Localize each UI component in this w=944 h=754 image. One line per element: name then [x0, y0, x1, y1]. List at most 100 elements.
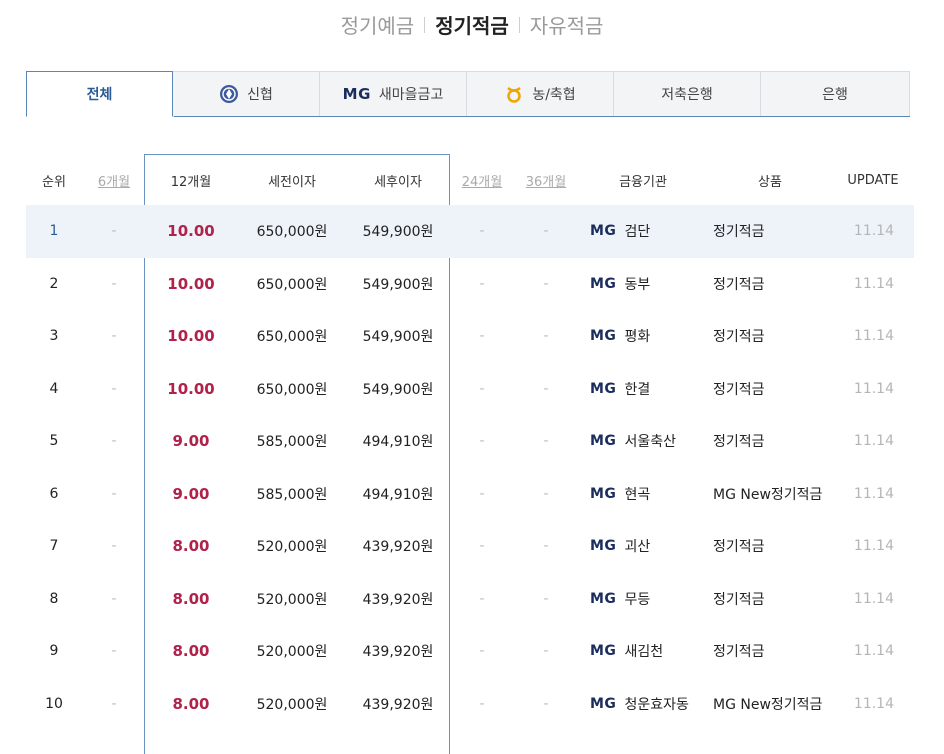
cell-24-months: -	[479, 538, 485, 555]
inst-tab-mg[interactable]: MG 새마을금고	[320, 71, 467, 117]
cell-product[interactable]: 정기적금	[708, 573, 832, 626]
cell-post-tax-interest: 439,920원	[362, 591, 434, 608]
cell-36-months: -	[543, 223, 549, 240]
cell-product[interactable]: MG New정기적금	[708, 678, 832, 731]
cell-institution[interactable]: MG 서울축산	[578, 415, 708, 468]
inst-tab-shinhyup[interactable]: 신협	[173, 71, 320, 117]
institution-tabs: 전체 신협 MG 새마을금고 농/축협 저축은행 은행	[26, 71, 910, 117]
table-body: 1-10.00 650,000원 549,900원 - - MG 검단 정기적금 11.14 2-…	[26, 205, 914, 730]
institution-name: 평화	[624, 329, 651, 346]
cell-institution[interactable]: MG 한결	[578, 363, 708, 416]
cell-product[interactable]: 정기적금	[708, 520, 832, 573]
cell-24-months: -	[479, 433, 485, 450]
cell-institution[interactable]: MG 괴산	[578, 520, 708, 573]
nh-logo-icon	[504, 84, 524, 104]
cell-rank: 6	[49, 485, 59, 502]
cell-post-tax-interest: 439,920원	[362, 644, 434, 661]
cell-rank: 10	[45, 695, 63, 712]
cell-36-months: -	[543, 275, 549, 292]
mg-logo-icon: MG	[590, 643, 617, 660]
cell-institution[interactable]: MG 청운효자동	[578, 678, 708, 731]
inst-tab-label: 신협	[247, 87, 273, 103]
header-24-months[interactable]: 24개월	[450, 155, 514, 205]
header-update: UPDATE	[847, 172, 899, 188]
mg-logo-icon: MG	[342, 85, 371, 103]
cell-12-month-rate: 10.00	[167, 379, 215, 398]
cell-product[interactable]: 정기적금	[708, 415, 832, 468]
tab-time-deposit[interactable]: 정기예금	[331, 10, 425, 39]
cell-36-months: -	[543, 695, 549, 712]
cell-36-months: -	[543, 380, 549, 397]
institution-name: 서울축산	[624, 434, 676, 451]
tab-free-savings[interactable]: 자유적금	[520, 10, 614, 39]
rate-table: 순위 6개월 12개월 세전이자 세후이자 24개월 36개월 금융기관 상품 …	[26, 155, 914, 730]
cell-12-month-rate: 8.00	[172, 642, 210, 661]
cell-product[interactable]: MG New정기적금	[708, 468, 832, 521]
cell-rank: 9	[49, 643, 59, 660]
inst-tab-all[interactable]: 전체	[26, 71, 173, 117]
inst-tab-label: 전체	[86, 87, 113, 103]
table-row[interactable]: 1 - 10.00 650,000원 549,900원 - - MG 검단 정기적금 11.14	[26, 205, 914, 258]
cell-institution[interactable]: MG 무등	[578, 573, 708, 626]
cell-36-months: -	[543, 328, 549, 345]
cell-post-tax-interest: 549,900원	[362, 381, 434, 398]
cell-update: 11.14	[853, 380, 894, 397]
header-36-months[interactable]: 36개월	[514, 155, 578, 205]
tab-installment-savings[interactable]: 정기적금	[425, 10, 519, 39]
table-row[interactable]: 9 - 8.00 520,000원 439,920원 - - MG 새김천 정기적금 11.14	[26, 625, 914, 678]
cell-post-tax-interest: 549,900원	[362, 224, 434, 241]
cell-institution[interactable]: MG 동부	[578, 258, 708, 311]
cell-institution[interactable]: MG 평화	[578, 310, 708, 363]
institution-name: 괴산	[624, 539, 651, 556]
cell-product[interactable]: 정기적금	[708, 258, 832, 311]
cell-institution[interactable]: MG 검단	[578, 205, 708, 258]
mg-logo-icon: MG	[590, 433, 617, 450]
cell-post-tax-interest: 439,920원	[362, 539, 434, 556]
table-row[interactable]: 6 - 9.00 585,000원 494,910원 - - MG 현곡 MG New정기적금 11…	[26, 468, 914, 521]
inst-tab-bank[interactable]: 은행	[761, 71, 910, 117]
cell-pre-tax-interest: 520,000원	[256, 644, 328, 661]
cell-36-months: -	[543, 538, 549, 555]
cell-pre-tax-interest: 520,000원	[256, 539, 328, 556]
mg-logo-icon: MG	[590, 590, 617, 607]
cell-update: 11.14	[853, 328, 894, 345]
cell-institution[interactable]: MG 현곡	[578, 468, 708, 521]
cell-12-month-rate: 10.00	[167, 274, 215, 293]
header-12-months[interactable]: 12개월	[144, 155, 238, 205]
cell-institution[interactable]: MG 새김천	[578, 625, 708, 678]
cell-product[interactable]: 정기적금	[708, 205, 832, 258]
table-row[interactable]: 3 - 10.00 650,000원 549,900원 - - MG 평화 정기적금 11.14	[26, 310, 914, 363]
cell-36-months: -	[543, 433, 549, 450]
cell-pre-tax-interest: 650,000원	[256, 329, 328, 346]
table-row[interactable]: 7 - 8.00 520,000원 439,920원 - - MG 괴산 정기적금 11.14	[26, 520, 914, 573]
cell-24-months: -	[479, 328, 485, 345]
mg-logo-icon: MG	[590, 328, 617, 345]
cell-rank: 5	[49, 433, 59, 450]
institution-name: 검단	[624, 224, 651, 241]
cell-12-month-rate: 8.00	[172, 589, 210, 608]
cell-product[interactable]: 정기적금	[708, 363, 832, 416]
cell-product[interactable]: 정기적금	[708, 310, 832, 363]
cell-rank: 1	[49, 223, 59, 240]
cell-product[interactable]: 정기적금	[708, 625, 832, 678]
table-row[interactable]: 10 - 8.00 520,000원 439,920원 - - MG 청운효자동 MG New정기…	[26, 678, 914, 731]
cell-pre-tax-interest: 650,000원	[256, 276, 328, 293]
cell-pre-tax-interest: 585,000원	[256, 486, 328, 503]
table-row[interactable]: 4 - 10.00 650,000원 549,900원 - - MG 한결 정기적금 11.14	[26, 363, 914, 416]
table-row[interactable]: 2 - 10.00 650,000원 549,900원 - - MG 동부 정기적금 11.14	[26, 258, 914, 311]
cell-24-months: -	[479, 223, 485, 240]
cell-pre-tax-interest: 650,000원	[256, 381, 328, 398]
cell-6-months: -	[111, 380, 117, 397]
cell-update: 11.14	[853, 223, 894, 240]
mg-logo-icon: MG	[590, 695, 617, 712]
inst-tab-nh[interactable]: 농/축협	[467, 71, 614, 117]
mg-logo-icon: MG	[590, 275, 617, 292]
header-6-months[interactable]: 6개월	[82, 155, 146, 205]
cell-12-month-rate: 9.00	[172, 432, 210, 451]
table-row[interactable]: 5 - 9.00 585,000원 494,910원 - - MG 서울축산 정기적금 11.14	[26, 415, 914, 468]
table-row[interactable]: 8 - 8.00 520,000원 439,920원 - - MG 무등 정기적금 11.14	[26, 573, 914, 626]
inst-tab-savings-bank[interactable]: 저축은행	[614, 71, 761, 117]
cell-6-months: -	[111, 433, 117, 450]
header-pre-tax-interest: 세전이자	[268, 174, 316, 190]
product-type-tabs: 정기예금 정기적금 자유적금	[0, 10, 944, 39]
